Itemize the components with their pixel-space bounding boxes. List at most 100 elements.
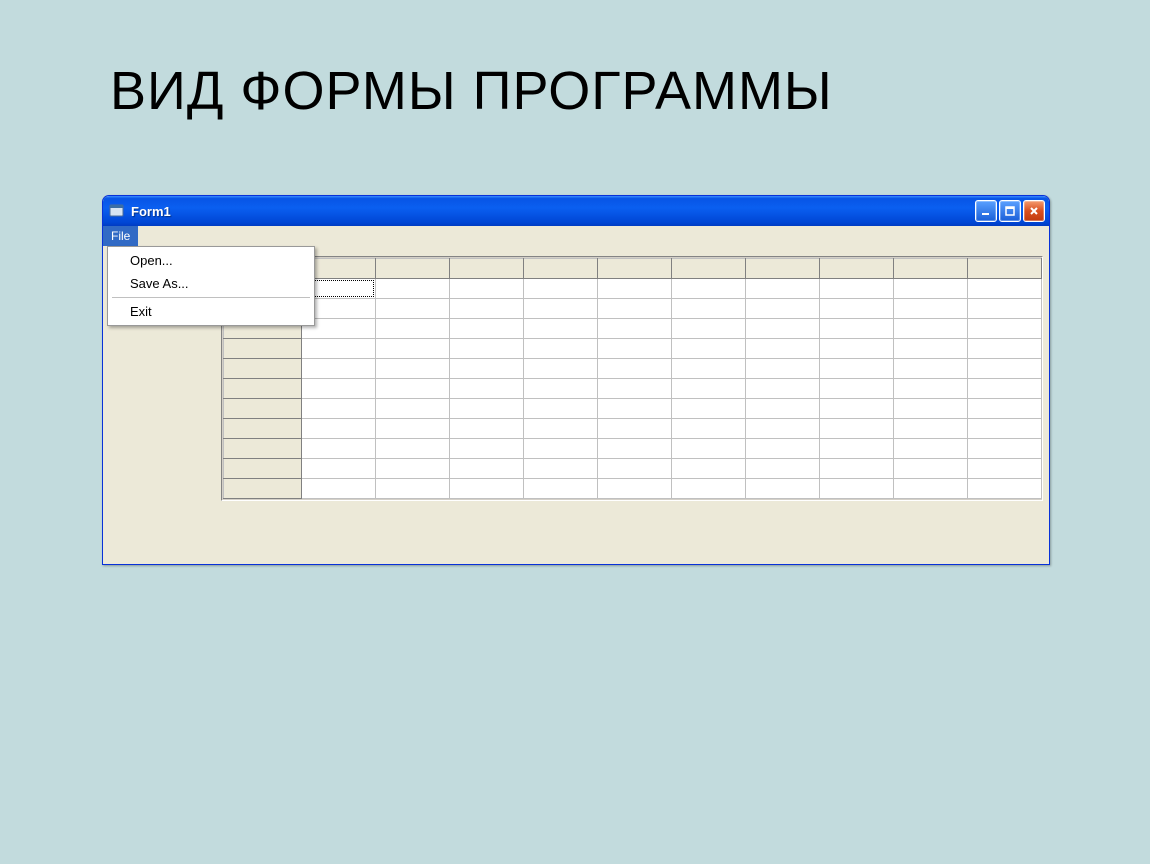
grid-row-header[interactable]	[224, 459, 302, 479]
grid-cell[interactable]	[820, 339, 894, 359]
grid-cell[interactable]	[746, 279, 820, 299]
grid-cell[interactable]	[746, 419, 820, 439]
grid-cell[interactable]	[746, 299, 820, 319]
grid-cell[interactable]	[894, 319, 968, 339]
grid-cell[interactable]	[598, 339, 672, 359]
grid-row-header[interactable]	[224, 399, 302, 419]
grid-row-header[interactable]	[224, 339, 302, 359]
grid-cell[interactable]	[746, 439, 820, 459]
grid-cell[interactable]	[450, 459, 524, 479]
menu-file[interactable]: File	[103, 226, 138, 246]
grid-cell[interactable]	[894, 359, 968, 379]
grid-cell[interactable]	[820, 459, 894, 479]
grid-cell[interactable]	[894, 459, 968, 479]
grid-cell[interactable]	[820, 479, 894, 499]
grid-cell[interactable]	[598, 359, 672, 379]
grid-cell[interactable]	[302, 459, 376, 479]
grid-col-header[interactable]	[450, 259, 524, 279]
grid-cell[interactable]	[450, 419, 524, 439]
grid-cell[interactable]	[968, 399, 1042, 419]
grid-cell[interactable]	[450, 319, 524, 339]
grid-cell[interactable]	[376, 319, 450, 339]
menu-item-open[interactable]: Open...	[110, 249, 312, 272]
grid-cell[interactable]	[820, 279, 894, 299]
grid-cell[interactable]	[598, 379, 672, 399]
grid-cell[interactable]	[450, 339, 524, 359]
grid-col-header[interactable]	[376, 259, 450, 279]
grid-cell[interactable]	[524, 439, 598, 459]
grid-col-header[interactable]	[524, 259, 598, 279]
grid-cell[interactable]	[894, 439, 968, 459]
grid-cell[interactable]	[820, 319, 894, 339]
grid-cell[interactable]	[894, 339, 968, 359]
grid-row-header[interactable]	[224, 359, 302, 379]
grid-cell[interactable]	[524, 379, 598, 399]
grid-cell[interactable]	[450, 399, 524, 419]
grid-row-header[interactable]	[224, 379, 302, 399]
grid-cell[interactable]	[376, 299, 450, 319]
grid-cell[interactable]	[894, 419, 968, 439]
grid-cell[interactable]	[894, 279, 968, 299]
grid-col-header[interactable]	[746, 259, 820, 279]
grid-cell[interactable]	[672, 479, 746, 499]
grid-cell[interactable]	[450, 359, 524, 379]
grid-cell[interactable]	[376, 479, 450, 499]
grid-col-header[interactable]	[598, 259, 672, 279]
grid-cell[interactable]	[598, 319, 672, 339]
grid-cell[interactable]	[302, 399, 376, 419]
grid-cell[interactable]	[376, 359, 450, 379]
grid-cell[interactable]	[376, 419, 450, 439]
maximize-button[interactable]	[999, 200, 1021, 222]
grid-cell[interactable]	[672, 419, 746, 439]
grid-cell[interactable]	[524, 279, 598, 299]
grid-cell[interactable]	[820, 439, 894, 459]
grid-cell[interactable]	[524, 319, 598, 339]
grid-cell[interactable]	[376, 399, 450, 419]
grid-cell[interactable]	[968, 339, 1042, 359]
minimize-button[interactable]	[975, 200, 997, 222]
grid-col-header[interactable]	[672, 259, 746, 279]
grid-cell[interactable]	[968, 299, 1042, 319]
grid-cell[interactable]	[968, 459, 1042, 479]
grid-cell[interactable]	[450, 379, 524, 399]
grid-cell[interactable]	[968, 479, 1042, 499]
grid-cell[interactable]	[746, 459, 820, 479]
grid-cell[interactable]	[376, 279, 450, 299]
grid-cell[interactable]	[746, 319, 820, 339]
grid-cell[interactable]	[672, 399, 746, 419]
grid-cell[interactable]	[524, 399, 598, 419]
grid-cell[interactable]	[524, 299, 598, 319]
grid-cell[interactable]	[302, 479, 376, 499]
grid-cell[interactable]	[524, 359, 598, 379]
grid-cell[interactable]	[524, 459, 598, 479]
titlebar[interactable]: Form1	[103, 196, 1049, 226]
grid-cell[interactable]	[376, 379, 450, 399]
grid-cell[interactable]	[968, 319, 1042, 339]
grid-cell[interactable]	[450, 279, 524, 299]
grid-cell[interactable]	[524, 479, 598, 499]
grid-col-header[interactable]	[820, 259, 894, 279]
grid-cell[interactable]	[968, 359, 1042, 379]
grid-cell[interactable]	[746, 379, 820, 399]
menu-item-save-as[interactable]: Save As...	[110, 272, 312, 295]
grid-cell[interactable]	[820, 379, 894, 399]
grid-cell[interactable]	[746, 339, 820, 359]
grid-table[interactable]	[223, 258, 1042, 499]
grid-cell[interactable]	[376, 459, 450, 479]
grid-cell[interactable]	[524, 339, 598, 359]
grid-cell[interactable]	[894, 399, 968, 419]
grid-cell[interactable]	[894, 299, 968, 319]
grid-cell[interactable]	[968, 419, 1042, 439]
grid-cell[interactable]	[672, 459, 746, 479]
grid-cell[interactable]	[598, 279, 672, 299]
grid-cell[interactable]	[820, 299, 894, 319]
grid-row-header[interactable]	[224, 479, 302, 499]
grid-cell[interactable]	[302, 419, 376, 439]
grid-cell[interactable]	[302, 379, 376, 399]
flex-grid[interactable]	[221, 256, 1043, 501]
grid-cell[interactable]	[598, 419, 672, 439]
grid-cell[interactable]	[746, 479, 820, 499]
grid-cell[interactable]	[524, 419, 598, 439]
grid-cell[interactable]	[598, 459, 672, 479]
grid-cell[interactable]	[598, 439, 672, 459]
